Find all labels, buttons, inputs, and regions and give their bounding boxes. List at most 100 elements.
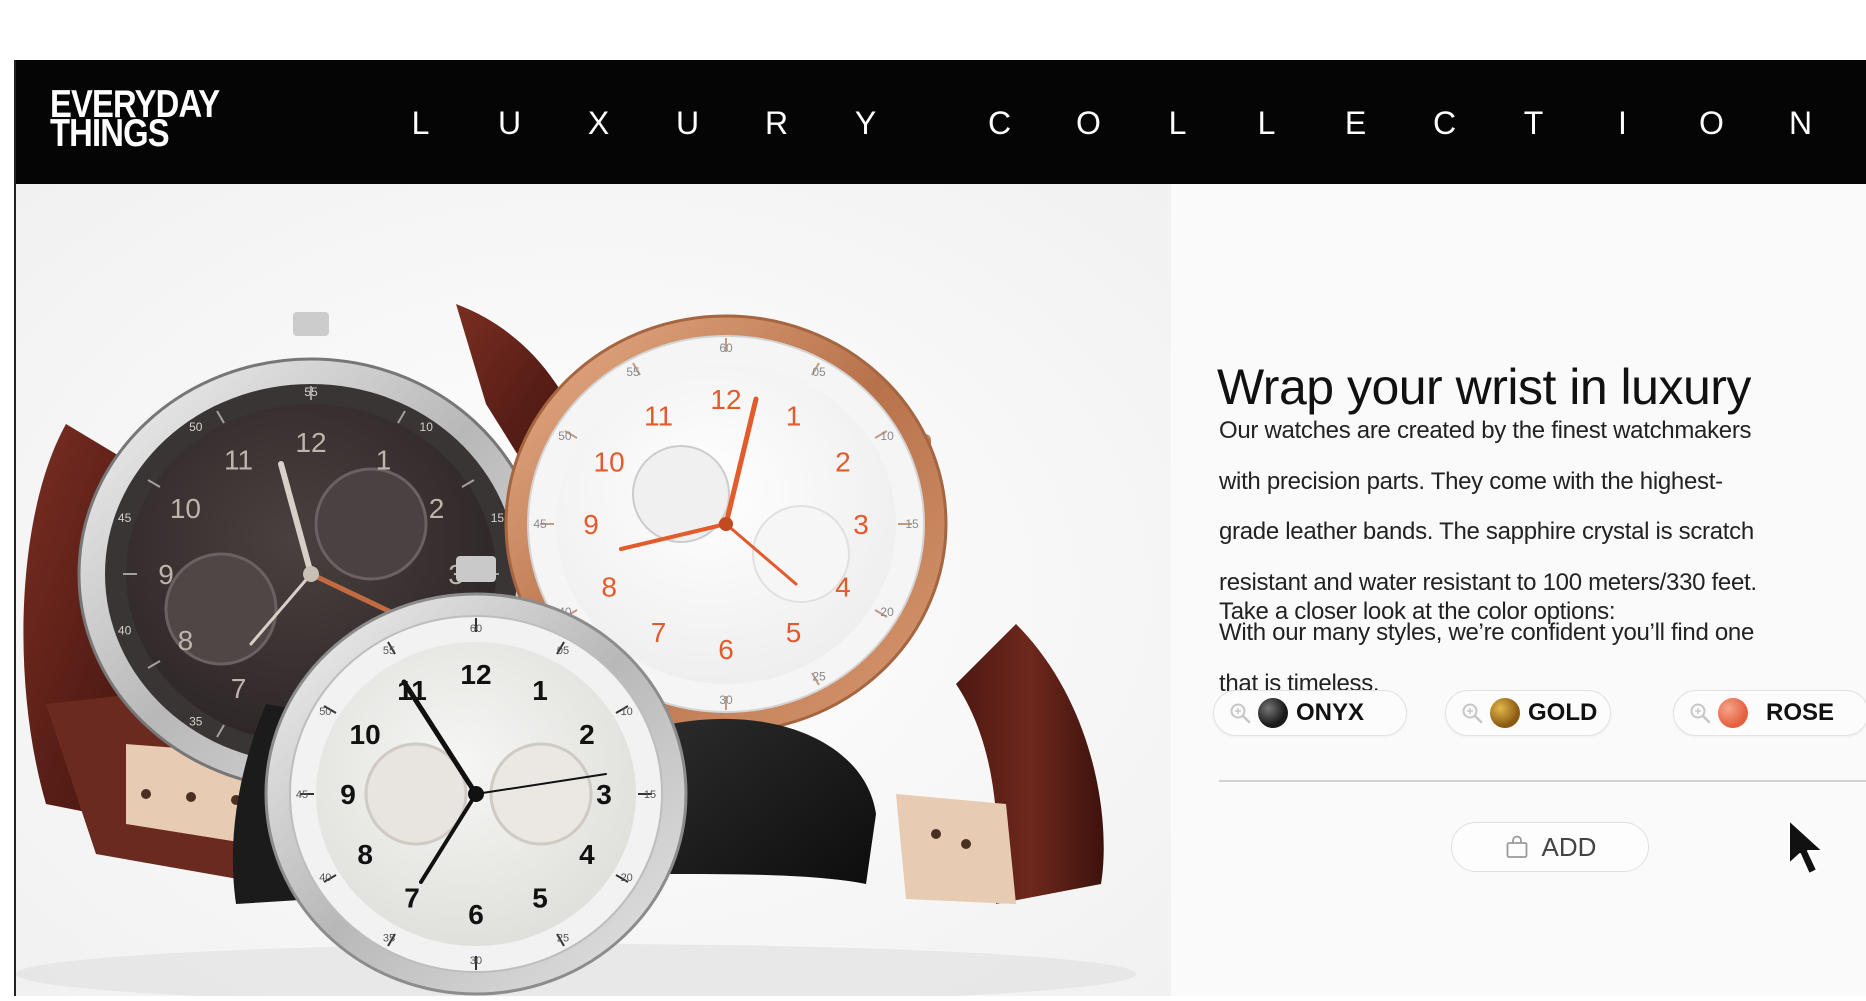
bezel-numeral: 55 xyxy=(383,645,395,657)
product-description: Our watches are created by the finest wa… xyxy=(1219,406,1859,709)
bezel-numeral: 20 xyxy=(621,872,633,884)
rose-swatch xyxy=(1718,698,1748,728)
bezel-numeral: 15 xyxy=(491,511,505,525)
mouse-cursor-icon xyxy=(1788,819,1824,875)
dial-numeral: 2 xyxy=(579,719,595,750)
bezel-numeral: 45 xyxy=(533,517,547,531)
bezel-numeral: 15 xyxy=(905,517,919,531)
color-option-label: GOLD xyxy=(1528,699,1598,726)
dial-numeral: 8 xyxy=(601,571,617,602)
dial-numeral: 9 xyxy=(340,779,356,810)
add-button-label: ADD xyxy=(1541,831,1597,862)
dial-numeral: 3 xyxy=(853,509,869,540)
dial-numeral: 11 xyxy=(224,445,253,476)
title-letter: C xyxy=(1432,105,1457,141)
dial-numeral: 1 xyxy=(532,675,548,706)
title-space xyxy=(910,105,955,142)
divider xyxy=(1219,780,1866,782)
title-letter: T xyxy=(1523,105,1544,141)
bezel-numeral: 35 xyxy=(383,933,395,945)
gold-swatch xyxy=(1490,698,1520,728)
bezel-numeral: 50 xyxy=(319,706,331,718)
bezel-numeral: 10 xyxy=(621,706,633,718)
dial-numeral: 7 xyxy=(651,617,667,648)
title-letter: C xyxy=(987,105,1012,141)
dial-numeral: 11 xyxy=(397,675,427,706)
brand-logo[interactable]: EVERYDAY THINGS xyxy=(50,85,220,153)
dial-numeral: 12 xyxy=(460,659,491,690)
bezel-numeral: 40 xyxy=(118,623,132,637)
dial-numeral: 10 xyxy=(594,446,625,477)
title-letter: O xyxy=(1076,105,1101,141)
title-letter: R xyxy=(764,105,789,141)
dial-numeral: 3 xyxy=(596,779,612,810)
bezel-numeral: 05 xyxy=(557,645,569,657)
dial-numeral: 4 xyxy=(835,571,851,602)
dial-numeral: 6 xyxy=(718,634,734,665)
zoom-icon xyxy=(1230,703,1251,724)
bezel-numeral: 50 xyxy=(558,429,572,443)
description-line: Our watches are created by the finest wa… xyxy=(1219,417,1752,444)
dial-numeral: 8 xyxy=(357,839,373,870)
title-letter: I xyxy=(1618,105,1627,141)
onyx-swatch xyxy=(1258,698,1288,728)
color-option-rose[interactable]: ROSE xyxy=(1673,690,1866,736)
bezel-numeral: 30 xyxy=(719,693,733,707)
add-to-cart-button[interactable]: ADD xyxy=(1451,822,1649,872)
bezel-numeral: 45 xyxy=(118,511,132,525)
color-options-prompt: Take a closer look at the color options: xyxy=(1219,598,1616,625)
zoom-icon xyxy=(1462,703,1483,724)
dial-numeral: 6 xyxy=(468,899,484,930)
title-letter: Y xyxy=(854,105,877,141)
bezel-numeral: 10 xyxy=(880,429,894,443)
dial-numeral: 4 xyxy=(579,839,595,870)
bezel-numeral: 05 xyxy=(812,365,826,379)
title-letter: U xyxy=(675,105,700,141)
dial-numeral: 1 xyxy=(376,445,392,476)
title-letter: L xyxy=(411,105,430,141)
bezel-numeral: 10 xyxy=(420,420,434,434)
color-option-label: ROSE xyxy=(1766,699,1835,726)
title-letter: E xyxy=(1344,105,1367,141)
color-option-onyx[interactable]: ONYX xyxy=(1213,690,1407,736)
bezel-numeral: 60 xyxy=(470,623,482,635)
shopping-bag-icon xyxy=(1506,835,1527,858)
dial-numeral: 1 xyxy=(786,401,802,432)
dial-numeral: 8 xyxy=(178,625,194,656)
bezel-numeral: 25 xyxy=(812,670,826,684)
color-option-gold[interactable]: GOLD xyxy=(1445,690,1611,736)
product-details: Wrap your wrist in luxury Our watches ar… xyxy=(1203,184,1866,996)
bezel-numeral: 55 xyxy=(626,365,640,379)
dial-numeral: 7 xyxy=(404,883,420,914)
bezel-numeral: 60 xyxy=(719,341,733,355)
dial-numeral: 7 xyxy=(231,673,247,704)
dial-numeral: 9 xyxy=(158,559,174,590)
app-window: EVERYDAY THINGS LUXURYCOLLECTION 10 15 3… xyxy=(14,60,1866,1001)
description-line: grade leather bands. The sapphire crysta… xyxy=(1219,518,1754,545)
collection-title: LUXURYCOLLECTION xyxy=(376,105,1866,142)
dial-numeral: 9 xyxy=(583,509,599,540)
dial-numeral: 12 xyxy=(710,384,741,415)
site-header: EVERYDAY THINGS L U X U R Y C O L L E C T I O N xyxy=(16,60,1866,184)
bezel-numeral: 30 xyxy=(470,955,482,967)
dial-numeral: 2 xyxy=(429,493,445,524)
dial-numeral: 5 xyxy=(532,883,548,914)
bezel-numeral: 55 xyxy=(304,385,318,399)
dial-numeral: 10 xyxy=(350,719,381,750)
bezel-numeral: 50 xyxy=(189,420,203,434)
title-letter: X xyxy=(587,105,610,141)
dial-numeral: 5 xyxy=(786,617,802,648)
title-letter: L xyxy=(1168,105,1187,141)
dial-numeral: 11 xyxy=(644,401,673,432)
bezel-numeral: 25 xyxy=(557,933,569,945)
hero-image: 10152025303540455055123456789101112 xyxy=(16,184,1171,1001)
dial-numeral: 12 xyxy=(295,427,326,458)
bezel-numeral: 35 xyxy=(189,714,203,728)
bezel-numeral: 15 xyxy=(644,789,656,801)
bezel-numeral: 20 xyxy=(880,605,894,619)
dial-numeral: 2 xyxy=(835,446,851,477)
dial-numeral: 10 xyxy=(170,493,201,524)
bezel-numeral: 45 xyxy=(296,789,308,801)
title-letter: N xyxy=(1788,105,1813,141)
description-line: with precision parts. They come with the… xyxy=(1219,467,1723,495)
